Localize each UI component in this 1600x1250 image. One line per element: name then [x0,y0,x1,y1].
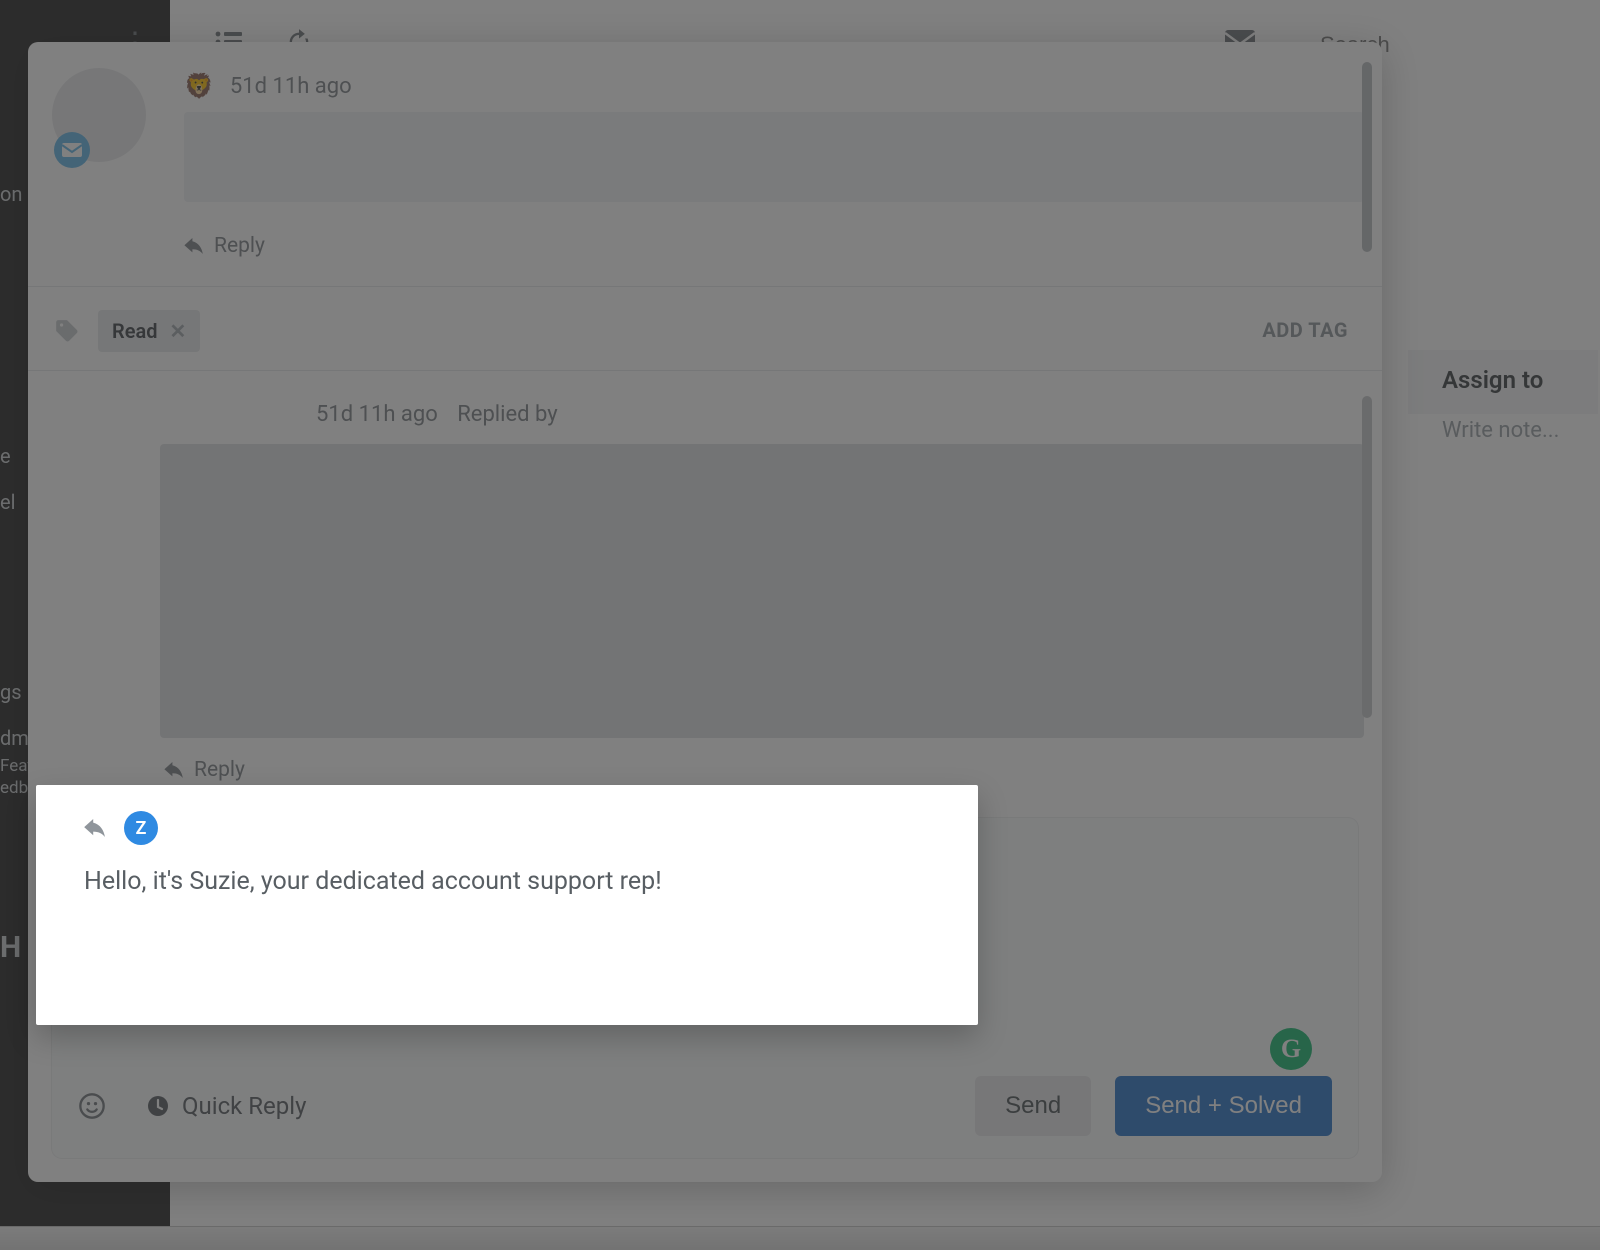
modal-backdrop [0,0,1600,1250]
author-avatar: Z [124,811,158,845]
reply-textarea[interactable]: Hello, it's Suzie, your dedicated accoun… [84,867,948,896]
reply-icon [84,819,106,837]
reply-editor[interactable]: Z Hello, it's Suzie, your dedicated acco… [36,785,978,1025]
